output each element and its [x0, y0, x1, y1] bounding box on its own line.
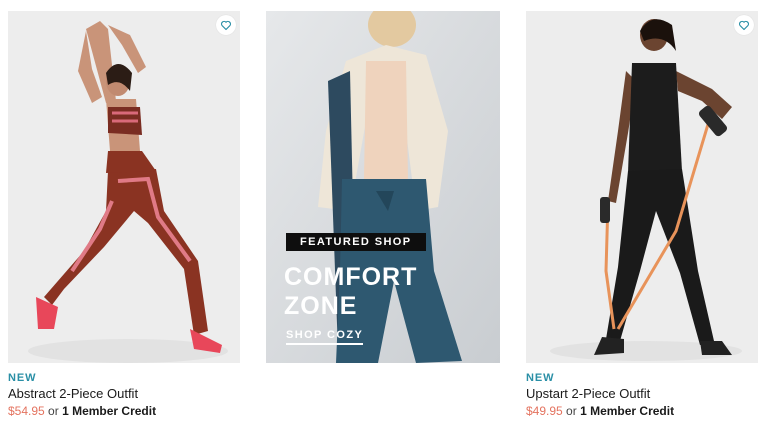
or-text: or	[48, 404, 59, 418]
product-card-abstract[interactable]: NEW Abstract 2-Piece Outfit $54.95 or 1 …	[8, 11, 240, 421]
product-image[interactable]	[526, 11, 758, 363]
member-credit: 1 Member Credit	[580, 404, 675, 418]
product-name[interactable]: Abstract 2-Piece Outfit	[8, 386, 138, 401]
shop-cozy-link[interactable]: SHOP COZY	[286, 329, 364, 345]
or-text: or	[566, 404, 577, 418]
model-photo-illustration	[8, 11, 240, 363]
heart-outline-icon	[738, 20, 750, 31]
model-photo-illustration	[526, 11, 758, 363]
product-price: $54.95	[8, 404, 45, 418]
featured-shop-tile[interactable]: FEATURED SHOP COMFORT ZONE SHOP COZY	[266, 11, 500, 363]
featured-image[interactable]: FEATURED SHOP COMFORT ZONE SHOP COZY	[266, 11, 500, 363]
new-badge: NEW	[8, 372, 37, 384]
price-line: $49.95 or 1 Member Credit	[526, 404, 674, 418]
new-badge: NEW	[526, 372, 555, 384]
product-image[interactable]	[8, 11, 240, 363]
featured-title: COMFORT ZONE	[284, 263, 418, 320]
featured-shop-label: FEATURED SHOP	[286, 233, 426, 251]
favorite-button[interactable]	[734, 15, 754, 35]
price-line: $54.95 or 1 Member Credit	[8, 404, 156, 418]
product-price: $49.95	[526, 404, 563, 418]
member-credit: 1 Member Credit	[62, 404, 157, 418]
heart-outline-icon	[220, 20, 232, 31]
product-card-upstart[interactable]: NEW Upstart 2-Piece Outfit $49.95 or 1 M…	[526, 11, 758, 421]
product-name[interactable]: Upstart 2-Piece Outfit	[526, 386, 650, 401]
favorite-button[interactable]	[216, 15, 236, 35]
